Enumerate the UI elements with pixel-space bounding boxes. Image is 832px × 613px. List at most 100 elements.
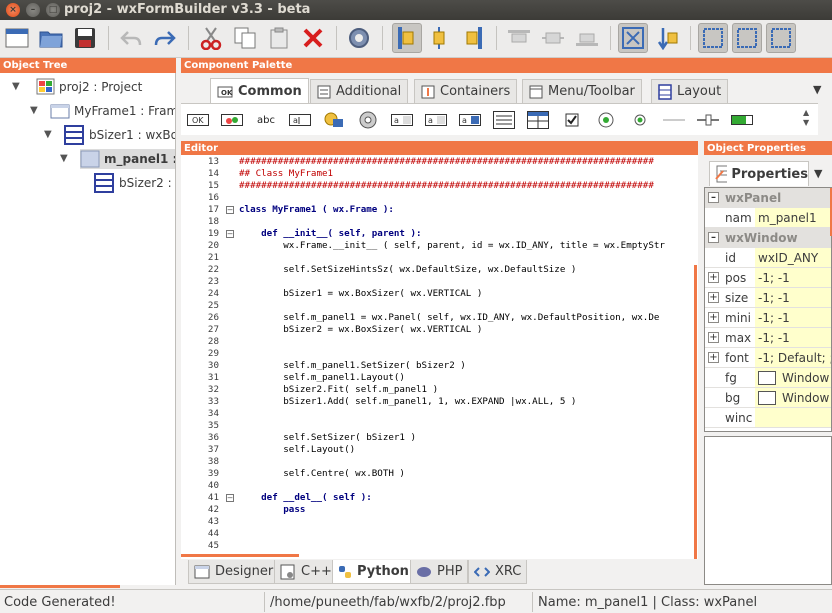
fold-toggle-icon[interactable]: – [226, 206, 234, 214]
border-all-button[interactable] [766, 23, 796, 53]
bitmap-widget-icon[interactable] [323, 112, 345, 127]
code-line[interactable]: 44 [181, 528, 691, 540]
code-line[interactable]: 18 [181, 216, 691, 228]
tab-python[interactable]: Python [332, 560, 415, 584]
combobox-widget-icon[interactable]: a [391, 113, 413, 127]
property-value[interactable]: -1; -1 [755, 268, 831, 287]
tab-cpp[interactable]: C++ [274, 560, 338, 584]
code-line[interactable]: 42 pass [181, 504, 691, 516]
property-category[interactable]: – wxWindow [705, 228, 831, 248]
open-project-button[interactable] [36, 23, 66, 53]
property-value[interactable] [755, 408, 831, 427]
paste-button[interactable] [264, 23, 294, 53]
code-line[interactable]: 17– class MyFrame1 ( wx.Frame ): [181, 204, 691, 216]
property-value[interactable]: -1; -1 [755, 308, 831, 327]
align-top-button[interactable] [504, 23, 534, 53]
window-maximize-button[interactable]: □ [46, 3, 60, 17]
delete-button[interactable] [298, 23, 328, 53]
code-line[interactable]: 40 [181, 480, 691, 492]
code-line[interactable]: 34 [181, 408, 691, 420]
editor-hscrollbar[interactable] [181, 554, 299, 557]
expand-icon[interactable]: + [708, 312, 719, 323]
property-value[interactable]: -1; -1 [755, 328, 831, 347]
cut-button[interactable] [196, 23, 226, 53]
chevron-down-icon[interactable]: ▼ [814, 167, 822, 180]
save-button[interactable] [70, 23, 100, 53]
align-bottom-button[interactable] [572, 23, 602, 53]
align-center-v-button[interactable] [538, 23, 568, 53]
code-line[interactable]: 45 [181, 540, 691, 552]
fold-toggle-icon[interactable]: – [226, 230, 234, 238]
window-close-button[interactable]: × [6, 3, 20, 17]
code-line[interactable]: 37 self.Layout() [181, 444, 691, 456]
expand-icon[interactable]: + [708, 352, 719, 363]
code-line[interactable]: 32 bSizer2.Fit( self.m_panel1 ) [181, 384, 691, 396]
code-line[interactable]: 43 [181, 516, 691, 528]
checkbox-widget-icon[interactable] [561, 113, 583, 127]
slider-widget-icon[interactable] [697, 113, 719, 127]
property-row[interactable]: winc [705, 408, 831, 428]
static-text-widget-icon[interactable]: abc [255, 113, 277, 127]
expand-icon[interactable]: + [708, 332, 719, 343]
code-line[interactable]: 27 bSizer2 = wx.BoxSizer( wx.VERTICAL ) [181, 324, 691, 336]
copy-button[interactable] [230, 23, 260, 53]
align-center-h-button[interactable] [424, 23, 454, 53]
property-row[interactable]: + font -1; Default; ; [705, 348, 831, 368]
code-line[interactable]: 35 [181, 420, 691, 432]
expand-icon[interactable]: + [708, 292, 719, 303]
align-left-button[interactable] [392, 23, 422, 53]
tree-collapse-icon[interactable]: ▼ [30, 105, 38, 116]
redo-button[interactable] [150, 23, 180, 53]
property-row[interactable]: + size -1; -1 [705, 288, 831, 308]
tab-php[interactable]: PHP [410, 560, 469, 584]
tree-item-panel[interactable]: ▼ m_panel1 : v [0, 149, 175, 169]
code-line[interactable]: 23 [181, 276, 691, 288]
property-row[interactable]: nam m_panel1 [705, 208, 831, 228]
color-swatch[interactable] [758, 371, 776, 385]
property-row[interactable]: bg Window [705, 388, 831, 408]
code-line[interactable]: 24 bSizer1 = wx.BoxSizer( wx.VERTICAL ) [181, 288, 691, 300]
new-project-button[interactable] [2, 23, 32, 53]
tab-containers[interactable]: Containers [414, 79, 518, 103]
list-ctrl-widget-icon[interactable] [493, 111, 515, 129]
grid-widget-icon[interactable] [527, 111, 549, 129]
tab-properties[interactable]: Properties [709, 161, 809, 186]
code-line[interactable]: 16 [181, 192, 691, 204]
chevron-down-icon[interactable]: ▼ [813, 83, 821, 96]
code-line[interactable]: 14 ## Class MyFrame1 [181, 168, 691, 180]
stretch-button[interactable] [652, 23, 682, 53]
window-minimize-button[interactable]: – [26, 3, 40, 17]
undo-button[interactable] [116, 23, 146, 53]
property-row[interactable]: id wxID_ANY [705, 248, 831, 268]
tab-additional[interactable]: Additional [310, 79, 409, 103]
property-row[interactable]: + pos -1; -1 [705, 268, 831, 288]
code-line[interactable]: 22 self.SetSizeHintsSz( wx.DefaultSize, … [181, 264, 691, 276]
property-category[interactable]: – wxPanel [705, 188, 831, 208]
expand-button[interactable] [618, 23, 648, 53]
property-value[interactable]: Window [755, 368, 831, 387]
code-line[interactable]: 21 [181, 252, 691, 264]
collapse-icon[interactable]: – [708, 192, 719, 203]
fold-toggle-icon[interactable]: – [226, 494, 234, 502]
code-line[interactable]: 13 ######################################… [181, 156, 691, 168]
tab-layout[interactable]: Layout [651, 79, 729, 103]
code-editor[interactable]: 13 ######################################… [181, 155, 698, 559]
property-value[interactable]: Window [755, 388, 831, 407]
tree-collapse-icon[interactable]: ▼ [12, 81, 20, 92]
align-right-button[interactable] [458, 23, 488, 53]
color-swatch[interactable] [758, 391, 776, 405]
border-left-button[interactable] [698, 23, 728, 53]
code-line[interactable]: 39 self.Centre( wx.BOTH ) [181, 468, 691, 480]
property-row[interactable]: + max -1; -1 [705, 328, 831, 348]
code-line[interactable]: 36 self.SetSizer( bSizer1 ) [181, 432, 691, 444]
radiobox-widget-icon[interactable] [595, 112, 617, 128]
code-line[interactable]: 30 self.m_panel1.SetSizer( bSizer2 ) [181, 360, 691, 372]
code-line[interactable]: 20 wx.Frame.__init__ ( self, parent, id … [181, 240, 691, 252]
property-value[interactable]: m_panel1 [755, 208, 831, 227]
tree-collapse-icon[interactable]: ▼ [44, 129, 52, 140]
code-line[interactable]: 29 [181, 348, 691, 360]
property-row[interactable]: + mini -1; -1 [705, 308, 831, 328]
property-value[interactable]: -1; -1 [755, 288, 831, 307]
code-line[interactable]: 19– def __init__( self, parent ): [181, 228, 691, 240]
expand-icon[interactable]: + [708, 272, 719, 283]
